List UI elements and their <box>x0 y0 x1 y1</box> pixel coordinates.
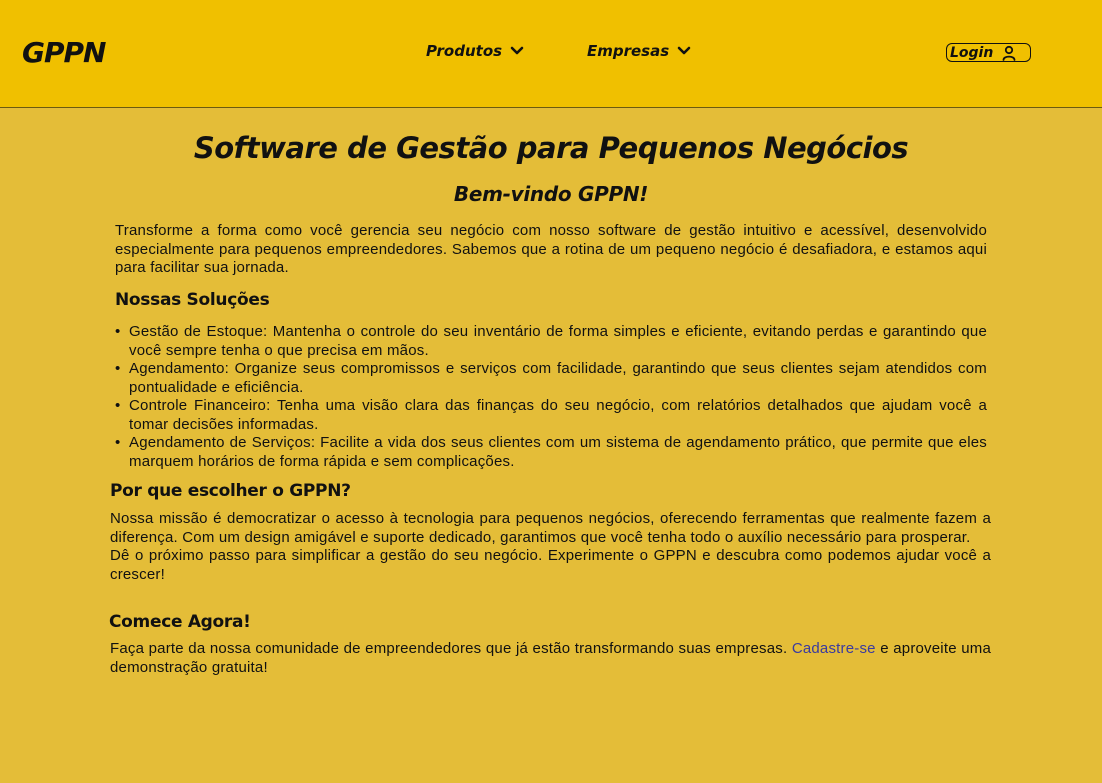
login-label: Login <box>950 44 994 61</box>
list-item: Gestão de Estoque: Mantenha o controle d… <box>115 323 987 360</box>
list-item: Agendamento: Organize seus compromissos … <box>115 360 987 397</box>
why-paragraph-1: Nossa missão é democratizar o acesso à t… <box>110 510 991 546</box>
start-paragraph: Faça parte da nossa comunidade de empree… <box>110 640 991 677</box>
solutions-heading: Nossas Soluções <box>115 290 270 310</box>
chevron-down-icon <box>510 46 524 55</box>
signup-link[interactable]: Cadastre-se <box>792 640 876 657</box>
page-title: Software de Gestão para Pequenos Negócio… <box>193 131 909 165</box>
why-section: Nossa missão é democratizar o acesso à t… <box>110 510 991 584</box>
nav-empresas[interactable]: Empresas <box>587 42 691 60</box>
list-item: Agendamento de Serviços: Facilite a vida… <box>115 434 987 471</box>
list-item: Controle Financeiro: Tenha uma visão cla… <box>115 397 987 434</box>
nav-produtos[interactable]: Produtos <box>426 42 524 60</box>
welcome-subtitle: Bem-vindo GPPN! <box>453 182 649 206</box>
top-header: GPPN Produtos Empresas Login <box>0 0 1102 108</box>
logo[interactable]: GPPN <box>22 36 106 69</box>
why-heading: Por que escolher o GPPN? <box>110 481 351 501</box>
nav-produtos-label: Produtos <box>426 42 503 60</box>
user-icon <box>1002 45 1016 61</box>
start-text-before: Faça parte da nossa comunidade de empree… <box>110 640 792 657</box>
intro-paragraph: Transforme a forma como você gerencia se… <box>115 222 987 276</box>
nav-empresas-label: Empresas <box>587 42 670 60</box>
start-heading: Comece Agora! <box>109 612 251 632</box>
solutions-list: Gestão de Estoque: Mantenha o controle d… <box>115 323 987 471</box>
login-button[interactable]: Login <box>946 43 1031 62</box>
why-paragraph-2: Dê o próximo passo para simplificar a ge… <box>110 547 991 583</box>
chevron-down-icon <box>677 46 691 55</box>
